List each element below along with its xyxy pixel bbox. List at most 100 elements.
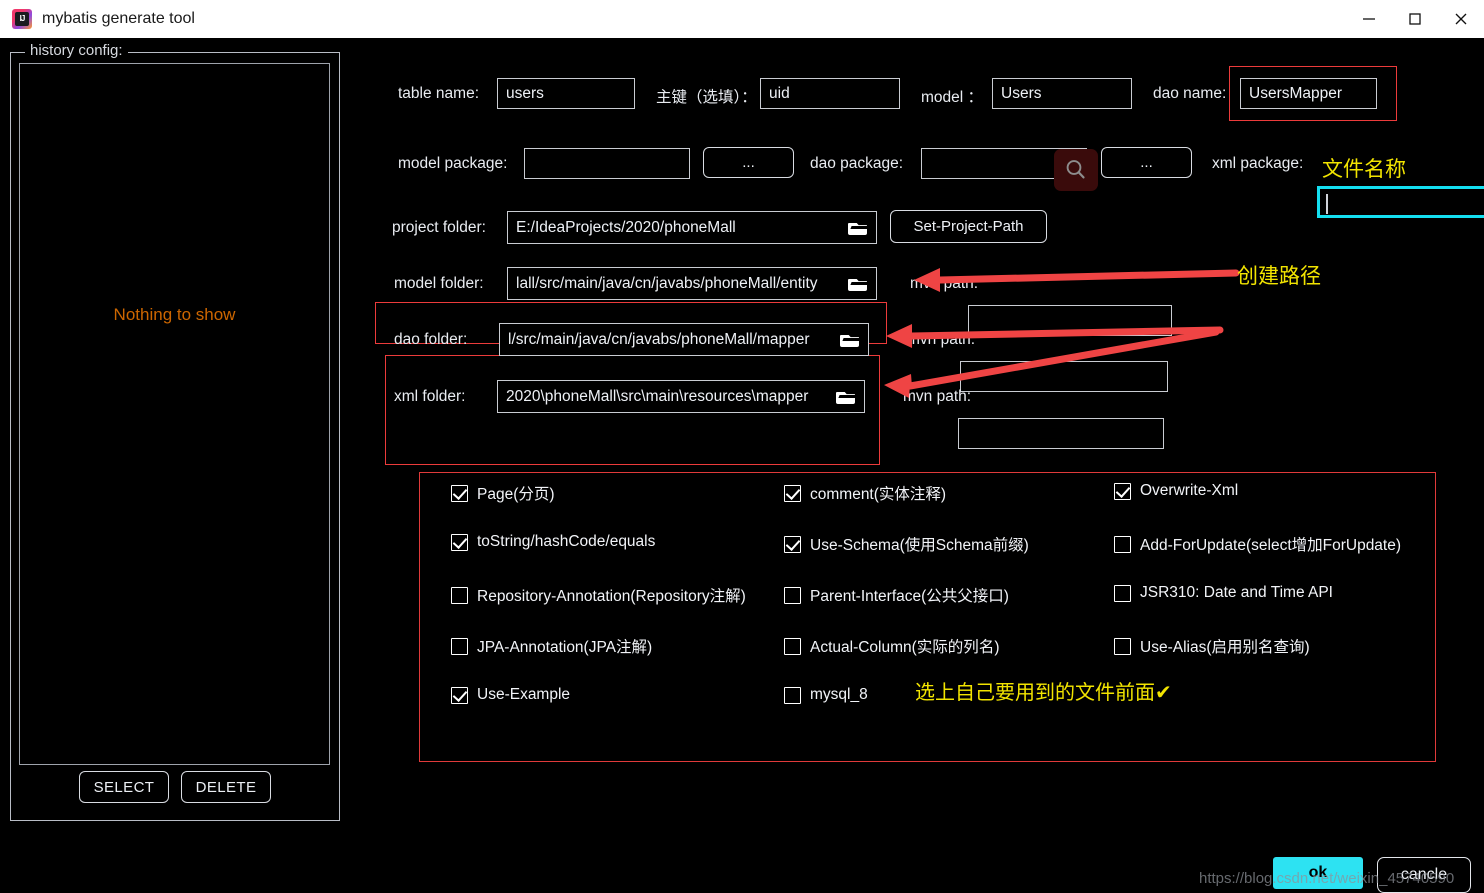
table-name-input[interactable]: users xyxy=(497,78,635,109)
watermark-text: https://blog.csdn.net/weixin_45740590 xyxy=(1199,870,1455,887)
options-panel: Page(分页) toString/hashCode/equals Reposito… xyxy=(419,472,1436,762)
option-label: Use-Example xyxy=(477,686,571,703)
checkbox-checked-icon[interactable] xyxy=(451,533,468,551)
checkbox-unchecked-icon[interactable] xyxy=(1114,535,1131,553)
option-label: Repository-Annotation(Repository注解) xyxy=(477,588,746,605)
history-config-legend: history config: xyxy=(25,42,128,59)
checkbox-unchecked-icon[interactable] xyxy=(451,637,468,655)
file-name-annotation: 文件名称 xyxy=(1322,157,1406,181)
option-checkbox-row[interactable]: toString/hashCode/equals xyxy=(451,533,655,551)
window-title: mybatis generate tool xyxy=(42,10,195,27)
option-checkbox-row[interactable]: Repository-Annotation(Repository注解) xyxy=(451,584,746,606)
text-caret xyxy=(1326,194,1328,214)
option-checkbox-row[interactable]: comment(实体注释) xyxy=(784,482,946,504)
option-checkbox-row[interactable]: mysql_8 xyxy=(784,686,868,704)
primary-key-value: uid xyxy=(769,84,790,102)
option-label: toString/hashCode/equals xyxy=(477,533,656,550)
option-checkbox-row[interactable]: Use-Alias(启用别名查询) xyxy=(1114,635,1310,657)
checkbox-checked-icon[interactable] xyxy=(1114,482,1131,500)
dao-name-label: dao name: xyxy=(1153,85,1227,102)
option-checkbox-row[interactable]: Overwrite-Xml xyxy=(1114,482,1238,500)
option-checkbox-row[interactable]: Add-ForUpdate(select增加ForUpdate) xyxy=(1114,533,1401,555)
checkbox-unchecked-icon[interactable] xyxy=(784,686,801,704)
option-checkbox-row[interactable]: Page(分页) xyxy=(451,482,555,504)
primary-key-input[interactable]: uid xyxy=(760,78,900,109)
option-checkbox-row[interactable]: JSR310: Date and Time API xyxy=(1114,584,1333,602)
dao-folder-label: dao folder: xyxy=(394,331,468,348)
model-package-label: model package: xyxy=(398,155,508,172)
checkbox-unchecked-icon[interactable] xyxy=(1114,637,1131,655)
dao-folder-input[interactable]: l/src/main/java/cn/javabs/phoneMall/mapp… xyxy=(499,323,869,356)
option-label: Actual-Column(实际的列名) xyxy=(810,639,1000,656)
maximize-icon[interactable] xyxy=(1392,0,1438,37)
project-folder-value: E:/IdeaProjects/2020/phoneMall xyxy=(516,218,736,236)
checkbox-unchecked-icon[interactable] xyxy=(784,586,801,604)
option-label: comment(实体注释) xyxy=(810,486,947,503)
option-label: Add-ForUpdate(select增加ForUpdate) xyxy=(1140,537,1402,554)
empty-state-text: Nothing to show xyxy=(113,305,236,324)
checkbox-unchecked-icon[interactable] xyxy=(784,637,801,655)
history-config-panel: history config: Nothing to show SELECT D… xyxy=(10,42,340,821)
search-icon[interactable] xyxy=(1054,149,1098,191)
model-mvn-path-input[interactable] xyxy=(968,305,1172,336)
history-actions: SELECT DELETE xyxy=(11,771,339,803)
model-value: Users xyxy=(1001,84,1042,102)
history-config-list[interactable]: Nothing to show xyxy=(19,63,330,765)
dao-package-browse-button[interactable]: ... xyxy=(1101,147,1192,178)
xml-mvn-path-input[interactable] xyxy=(958,418,1164,449)
option-checkbox-row[interactable]: Actual-Column(实际的列名) xyxy=(784,635,999,657)
model-mvn-path-label: mvn path: xyxy=(910,275,979,292)
close-icon[interactable] xyxy=(1438,0,1484,37)
option-label: JPA-Annotation(JPA注解) xyxy=(477,639,653,656)
option-checkbox-row[interactable]: JPA-Annotation(JPA注解) xyxy=(451,635,652,657)
select-button[interactable]: SELECT xyxy=(79,771,169,803)
dao-package-label: dao package: xyxy=(810,155,904,172)
xml-package-input[interactable] xyxy=(1317,186,1484,218)
xml-package-label: xml package: xyxy=(1212,155,1304,172)
bottom-cutoff-strip xyxy=(0,858,1484,867)
app-icon-glyph: IJ xyxy=(15,12,29,26)
primary-key-label: 主键（选填）： xyxy=(656,89,757,106)
folder-icon[interactable] xyxy=(840,332,860,347)
checkbox-unchecked-icon[interactable] xyxy=(451,586,468,604)
option-label: Use-Schema(使用Schema前缀) xyxy=(810,537,1029,554)
dao-name-input[interactable]: UsersMapper xyxy=(1240,78,1377,109)
checkbox-checked-icon[interactable] xyxy=(451,484,468,502)
checkbox-unchecked-icon[interactable] xyxy=(1114,584,1131,602)
table-name-label: table name: xyxy=(398,85,479,102)
dao-folder-value: l/src/main/java/cn/javabs/phoneMall/mapp… xyxy=(508,330,810,348)
dao-mvn-path-input[interactable] xyxy=(960,361,1168,392)
model-folder-value: lall/src/main/java/cn/javabs/phoneMall/e… xyxy=(516,274,818,292)
xml-folder-value: 2020\phoneMall\src\main\resources\mapper xyxy=(506,387,809,405)
model-input[interactable]: Users xyxy=(992,78,1132,109)
checkbox-checked-icon[interactable] xyxy=(784,484,801,502)
folder-icon[interactable] xyxy=(836,389,856,404)
model-package-browse-button[interactable]: ... xyxy=(703,147,794,178)
model-label: model ： xyxy=(921,89,984,106)
checkbox-checked-icon[interactable] xyxy=(451,686,468,704)
folder-icon[interactable] xyxy=(848,276,868,291)
dao-name-value: UsersMapper xyxy=(1249,84,1343,102)
folder-icon[interactable] xyxy=(848,220,868,235)
minimize-icon[interactable] xyxy=(1346,0,1392,37)
option-checkbox-row[interactable]: Use-Example xyxy=(451,686,570,704)
xml-folder-label: xml folder: xyxy=(394,388,466,405)
option-label: Overwrite-Xml xyxy=(1140,482,1239,499)
checkbox-checked-icon[interactable] xyxy=(784,535,801,553)
set-project-path-button[interactable]: Set-Project-Path xyxy=(890,210,1047,243)
title-bar: IJ mybatis generate tool xyxy=(0,0,1484,39)
create-path-annotation: 创建路径 xyxy=(1237,264,1321,288)
delete-button[interactable]: DELETE xyxy=(181,771,271,803)
option-label: mysql_8 xyxy=(810,686,868,703)
option-checkbox-row[interactable]: Parent-Interface(公共父接口) xyxy=(784,584,1009,606)
project-folder-input[interactable]: E:/IdeaProjects/2020/phoneMall xyxy=(507,211,877,244)
option-checkbox-row[interactable]: Use-Schema(使用Schema前缀) xyxy=(784,533,1029,555)
model-folder-input[interactable]: lall/src/main/java/cn/javabs/phoneMall/e… xyxy=(507,267,877,300)
xml-mvn-path-label: mvn path: xyxy=(903,388,972,405)
model-package-input[interactable] xyxy=(524,148,690,179)
app-icon: IJ xyxy=(12,9,32,29)
xml-folder-input[interactable]: 2020\phoneMall\src\main\resources\mapper xyxy=(497,380,865,413)
option-label: JSR310: Date and Time API xyxy=(1140,584,1333,601)
dao-mvn-path-label: mvn path: xyxy=(907,331,976,348)
option-label: Use-Alias(启用别名查询) xyxy=(1140,639,1310,656)
